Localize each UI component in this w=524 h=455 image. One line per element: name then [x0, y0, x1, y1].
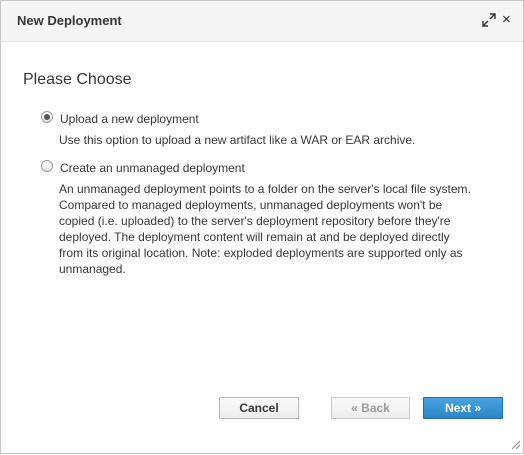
- cancel-button[interactable]: Cancel: [219, 397, 299, 419]
- next-button[interactable]: Next »: [423, 397, 503, 419]
- description-line: unmanaged.: [59, 262, 126, 276]
- page-heading: Please Choose: [23, 71, 132, 88]
- description-line: An unmanaged deployment points to a fold…: [59, 182, 471, 196]
- unmanaged-deployment-description: An unmanaged deployment points to a fold…: [59, 181, 471, 277]
- new-deployment-dialog: New Deployment × Please Choose Upload a …: [0, 0, 524, 454]
- description-line: deployed. The deployment content will re…: [59, 230, 450, 244]
- dialog-header: New Deployment ×: [1, 1, 523, 42]
- description-line: Compared to managed deployments, unmanag…: [59, 198, 443, 212]
- upload-deployment-label[interactable]: Upload a new deployment: [60, 112, 199, 126]
- description-line: copied (i.e. uploaded) to the server's d…: [59, 214, 451, 228]
- resize-grip-icon[interactable]: [509, 437, 521, 450]
- upload-deployment-description: Use this option to upload a new artifact…: [59, 132, 415, 148]
- unmanaged-deployment-radio[interactable]: [41, 160, 53, 172]
- close-icon[interactable]: ×: [502, 12, 511, 28]
- description-line: Use this option to upload a new artifact…: [59, 133, 416, 147]
- upload-deployment-radio[interactable]: [41, 111, 53, 123]
- dialog-title: New Deployment: [17, 13, 122, 28]
- unmanaged-deployment-label[interactable]: Create an unmanaged deployment: [60, 161, 245, 175]
- description-line: from its original location. Note: explod…: [59, 246, 463, 260]
- maximize-icon[interactable]: [482, 13, 496, 27]
- back-button[interactable]: « Back: [331, 397, 410, 419]
